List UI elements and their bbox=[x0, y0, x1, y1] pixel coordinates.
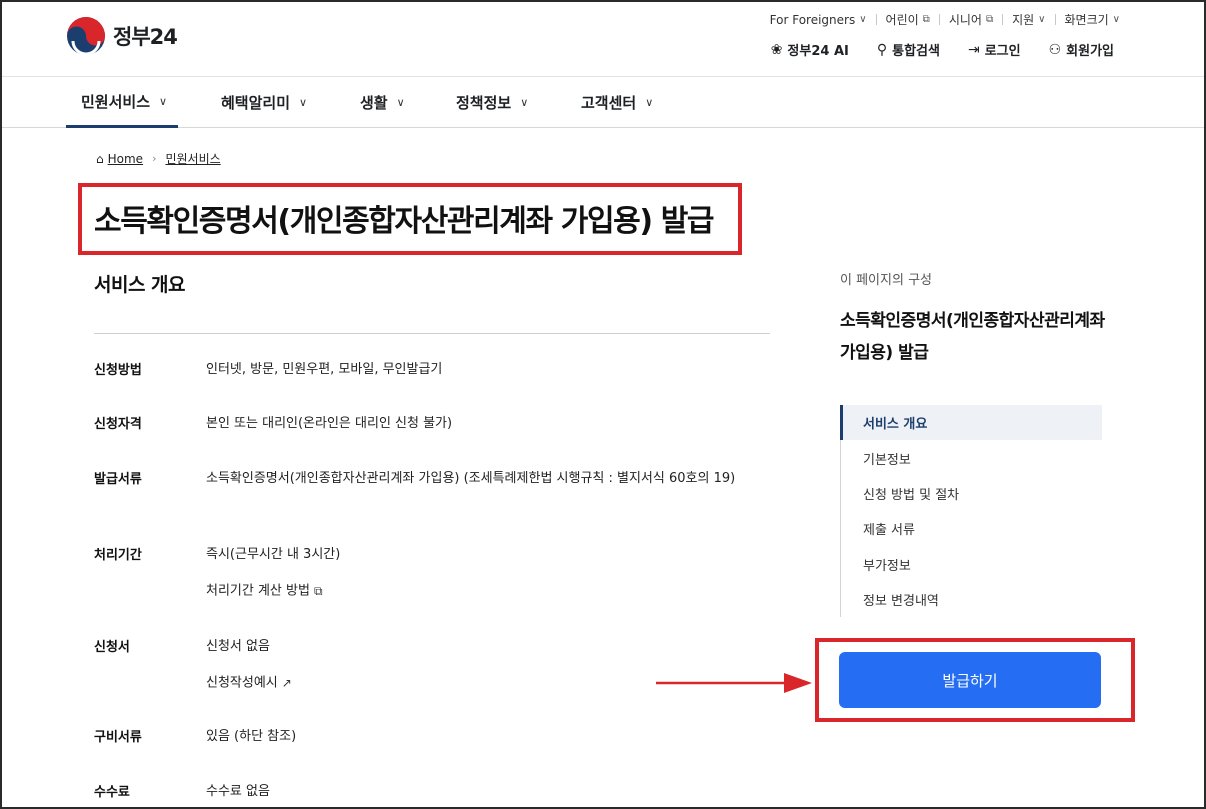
util-nav-item[interactable]: 화면크기 ∨ bbox=[1065, 11, 1121, 28]
side-caption: 이 페이지의 구성 bbox=[840, 273, 932, 288]
util-nav-item[interactable]: 어린이 ⧉ bbox=[886, 11, 930, 28]
info-label: 신청서 bbox=[94, 640, 130, 655]
period-calc-link[interactable]: 처리기간 계산 방법 ⧉ bbox=[206, 580, 771, 603]
chevron-down-icon: ∨ bbox=[159, 94, 168, 108]
info-value: 본인 또는 대리인(온라인은 대리인 신청 불가) bbox=[206, 416, 453, 431]
info-value: 소득확인증명서(개인종합자산관리계좌 가입용) (조세특례제한법 시행규칙 : … bbox=[206, 471, 736, 486]
gnb-label: 고객센터 bbox=[581, 93, 637, 112]
annotation-arrow-icon bbox=[656, 673, 812, 693]
gnb-civil-service[interactable]: 민원서비스 ∨ bbox=[66, 77, 178, 128]
title-highlight-box bbox=[78, 183, 742, 255]
button-highlight-box bbox=[815, 638, 1135, 722]
info-label: 신청자격 bbox=[94, 417, 142, 432]
toc-item[interactable]: 서비스 개요 bbox=[840, 405, 1102, 441]
info-label: 구비서류 bbox=[94, 730, 142, 745]
chevron-down-icon: ∨ bbox=[1038, 14, 1046, 25]
external-link-icon: ⧉ bbox=[922, 14, 930, 25]
util-separator bbox=[1002, 14, 1004, 25]
util-separator bbox=[875, 14, 877, 25]
link-label: 신청작성예시 bbox=[206, 675, 278, 691]
util-nav-item[interactable]: 지원 ∨ bbox=[1012, 11, 1045, 28]
global-nav: 민원서비스 ∨ 혜택알리미 ∨ 생활 ∨ 정책정보 ∨ 고객센터 ∨ bbox=[2, 76, 1204, 128]
main-util-item[interactable]: ⚲ 통합검색 bbox=[876, 40, 940, 60]
section-title: 서비스 개요 bbox=[94, 274, 186, 296]
external-link-icon: ↗ bbox=[281, 676, 292, 690]
gnb-life[interactable]: 생활 ∨ bbox=[360, 77, 405, 127]
toc-item[interactable]: 부가정보 bbox=[841, 547, 1102, 582]
chevron-down-icon: ∨ bbox=[520, 95, 529, 109]
search-icon: ⚲ bbox=[876, 41, 888, 58]
info-label: 수수료 bbox=[94, 785, 130, 800]
utility-nav: For Foreigners ∨ 어린이 ⧉ 시니어 ⧉ 지원 ∨ 화면크기 ∨ bbox=[770, 11, 1120, 28]
site-logo[interactable]: 정부24 bbox=[66, 16, 178, 56]
util-nav-item[interactable]: 시니어 ⧉ bbox=[949, 11, 993, 28]
util-nav-label: 시니어 bbox=[948, 13, 982, 27]
login-icon: ⇥ bbox=[967, 41, 980, 58]
chevron-down-icon: ∨ bbox=[299, 95, 308, 109]
gnb-label: 생활 bbox=[360, 93, 388, 112]
main-utility-nav: ❀ 정부24 AI ⚲ 통합검색 ⇥ 로그인 ⚇ 회원가입 bbox=[743, 40, 1114, 60]
section-divider bbox=[94, 333, 770, 334]
popup-icon: ⧉ bbox=[313, 584, 323, 598]
logo-text: 정부24 bbox=[113, 25, 178, 49]
toc-item[interactable]: 기본정보 bbox=[841, 440, 1102, 475]
gnb-label: 혜택알리미 bbox=[221, 93, 291, 112]
main-util-label: 회원가입 bbox=[1066, 44, 1114, 59]
chevron-down-icon: ∨ bbox=[645, 95, 654, 109]
util-separator bbox=[1054, 14, 1056, 25]
home-icon: ⌂ bbox=[96, 151, 104, 166]
breadcrumb-home[interactable]: Home bbox=[108, 152, 143, 166]
util-separator bbox=[938, 14, 940, 25]
main-util-item[interactable]: ⇥ 로그인 bbox=[967, 40, 1021, 60]
gnb-label: 정책정보 bbox=[456, 93, 512, 112]
breadcrumb: ⌂ Home › 민원서비스 bbox=[96, 150, 221, 167]
toc-item[interactable]: 제출 서류 bbox=[841, 511, 1102, 546]
info-value: 있음 (하단 참조) bbox=[206, 729, 297, 744]
gnb-label: 민원서비스 bbox=[81, 92, 151, 111]
chevron-down-icon: ∨ bbox=[859, 14, 867, 25]
browser-frame: 정부24 For Foreigners ∨ 어린이 ⧉ 시니어 ⧉ 지원 ∨ 화면크기 ∨ ❀ 정부… bbox=[0, 0, 1206, 809]
info-value: 신청서 없음 bbox=[206, 639, 270, 654]
user-add-icon: ⚇ bbox=[1048, 41, 1062, 58]
util-nav-label: 지원 bbox=[1012, 13, 1035, 27]
breadcrumb-civil-service[interactable]: 민원서비스 bbox=[165, 150, 220, 167]
toc-item[interactable]: 신청 방법 및 절차 bbox=[841, 476, 1102, 511]
info-value: 수수료 없음 bbox=[206, 784, 270, 799]
info-value: 즉시(근무시간 내 3시간) bbox=[206, 547, 341, 562]
main-util-label: 정부24 AI bbox=[787, 44, 849, 59]
taegeuk-logo-icon bbox=[67, 17, 105, 56]
toc-item[interactable]: 정보 변경내역 bbox=[841, 582, 1102, 617]
gnb-policy-info[interactable]: 정책정보 ∨ bbox=[456, 77, 528, 127]
info-value-group: 즉시(근무시간 내 3시간) 처리기간 계산 방법 ⧉ bbox=[206, 544, 771, 603]
side-title: 소득확인증명서(개인종합자산관리계좌 가입용) 발급 bbox=[840, 311, 1105, 363]
ai-icon: ❀ bbox=[770, 41, 783, 58]
info-value: 인터넷, 방문, 민원우편, 모바일, 무인발급기 bbox=[206, 362, 443, 377]
info-label: 처리기간 bbox=[94, 548, 142, 563]
util-nav-item[interactable]: For Foreigners ∨ bbox=[770, 13, 867, 27]
info-label: 신청방법 bbox=[94, 363, 142, 378]
main-util-label: 로그인 bbox=[984, 44, 1021, 59]
util-nav-label: 화면크기 bbox=[1064, 13, 1109, 27]
info-label: 발급서류 bbox=[94, 472, 142, 487]
util-nav-label: For Foreigners bbox=[769, 12, 856, 27]
chevron-right-icon: › bbox=[152, 152, 157, 165]
main-util-item[interactable]: ❀ 정부24 AI bbox=[770, 40, 849, 60]
chevron-down-icon: ∨ bbox=[396, 95, 405, 109]
main-util-item[interactable]: ⚇ 회원가입 bbox=[1048, 40, 1114, 60]
util-nav-label: 어린이 bbox=[885, 13, 919, 27]
external-link-icon: ⧉ bbox=[985, 14, 994, 25]
page-toc: 서비스 개요 기본정보 신청 방법 및 절차 제출 서류 부가정보 정보 변경내역 bbox=[840, 405, 1102, 618]
chevron-down-icon: ∨ bbox=[1112, 14, 1120, 25]
gnb-benefit-alert[interactable]: 혜택알리미 ∨ bbox=[221, 77, 307, 127]
gnb-customer-center[interactable]: 고객센터 ∨ bbox=[581, 77, 653, 127]
main-util-label: 통합검색 bbox=[892, 44, 940, 59]
link-label: 처리기간 계산 방법 bbox=[206, 583, 310, 599]
